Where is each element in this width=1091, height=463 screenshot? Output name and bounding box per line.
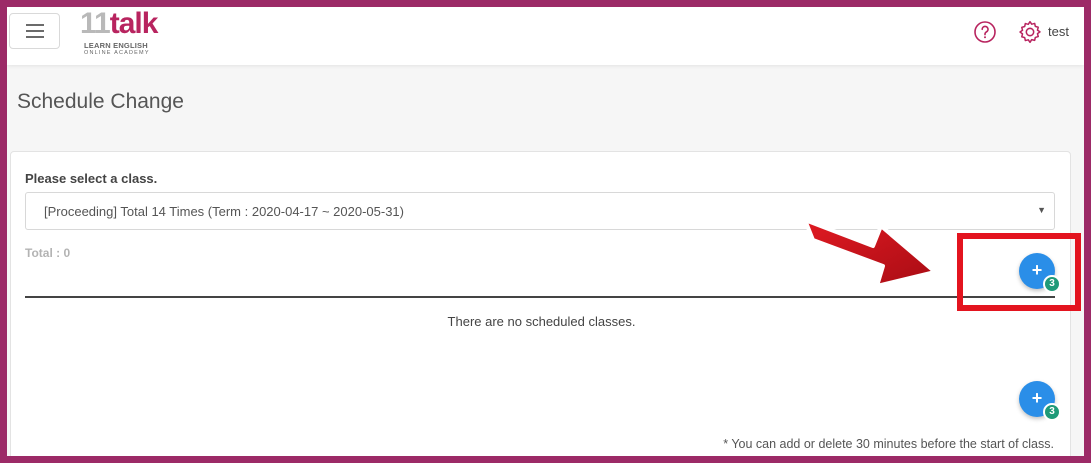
logo-subtagline: ONLINE ACADEMY: [84, 50, 150, 56]
schedule-note: * You can add or delete 30 minutes befor…: [723, 437, 1054, 451]
help-icon[interactable]: [973, 20, 997, 44]
page-title: Schedule Change: [17, 90, 184, 113]
pointer-arrow-annotation: [803, 218, 937, 288]
hamburger-menu-button[interactable]: [9, 13, 60, 49]
highlight-annotation-box: [957, 233, 1081, 311]
logo-number: 11: [80, 7, 111, 40]
logo-tagline: LEARN ENGLISH: [84, 41, 148, 50]
brand-logo[interactable]: 11talk LEARN ENGLISH ONLINE ACADEMY: [80, 7, 180, 59]
selected-class-value: [Proceeding] Total 14 Times (Term : 2020…: [44, 204, 404, 219]
settings-gear-icon[interactable]: [1017, 19, 1043, 45]
count-badge: 3: [1043, 403, 1061, 421]
empty-state-message: There are no scheduled classes.: [447, 314, 636, 329]
total-count: Total : 0: [25, 246, 71, 260]
plus-icon: +: [1031, 388, 1043, 408]
class-select-label: Please select a class.: [25, 171, 158, 186]
menu-line-icon: [25, 24, 44, 26]
dropdown-caret-icon: ▼: [1037, 205, 1046, 215]
add-class-button-bottom[interactable]: + 3: [1019, 381, 1061, 421]
top-navigation-bar: 11talk LEARN ENGLISH ONLINE ACADEMY test: [7, 7, 1084, 65]
logo-wordmark: 11talk: [80, 7, 159, 41]
logo-text: talk: [109, 7, 159, 40]
menu-line-icon: [25, 36, 44, 38]
user-name[interactable]: test: [1048, 24, 1069, 39]
menu-line-icon: [25, 30, 44, 32]
list-divider: [25, 296, 1055, 298]
